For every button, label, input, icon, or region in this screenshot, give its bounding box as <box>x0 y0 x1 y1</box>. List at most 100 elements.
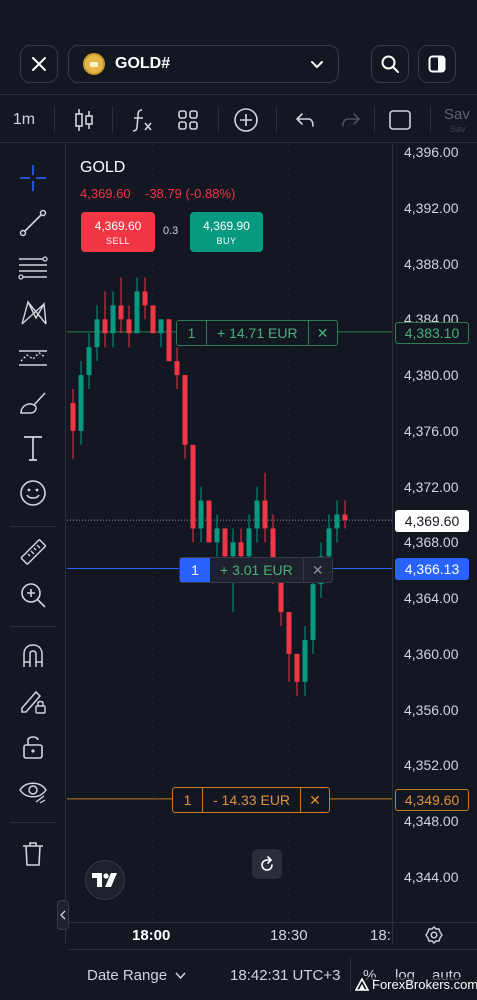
chevron-left-icon <box>60 910 66 920</box>
redo-button[interactable] <box>334 96 368 143</box>
candle-body <box>334 514 340 529</box>
emoji-icon <box>20 480 46 506</box>
position-line-3[interactable]: 1 - 14.33 EUR ✕ <box>172 787 331 813</box>
candle-body <box>238 542 244 557</box>
lock-draw-tool[interactable] <box>14 682 52 720</box>
brush-icon <box>20 392 46 414</box>
crosshair-tool[interactable] <box>14 159 52 197</box>
reset-chart-button[interactable] <box>252 849 282 879</box>
unlock-tool[interactable] <box>14 727 52 765</box>
candle-body <box>110 305 116 334</box>
close-position-icon[interactable]: ✕ <box>301 788 329 812</box>
projection-tool[interactable] <box>14 339 52 377</box>
candle-body <box>142 291 148 306</box>
eye-icon <box>19 782 47 804</box>
candle-body <box>222 528 228 557</box>
sell-price: 4,369.60 <box>94 219 142 233</box>
add-button[interactable] <box>228 96 264 143</box>
price-axis-label: 4,364.00 <box>404 590 459 607</box>
price-axis-label: 4,368.00 <box>404 534 459 551</box>
tradingview-logo-icon <box>92 873 117 887</box>
position-line-1[interactable]: 1 + 14.71 EUR ✕ <box>176 320 338 346</box>
time-label-1: 18:00 <box>132 927 171 944</box>
candle-body <box>214 528 220 543</box>
chevron-down-icon <box>311 61 323 69</box>
chart-type-button[interactable] <box>66 96 102 143</box>
close-position-icon[interactable]: ✕ <box>309 321 337 345</box>
pattern-tool[interactable] <box>14 294 52 332</box>
time-label-3: 18: <box>370 927 391 944</box>
buy-button[interactable]: 4,369.90 BUY <box>190 212 263 252</box>
date-range-button[interactable]: Date Range <box>87 967 186 984</box>
position-price-tag-3: 4,349.60 <box>395 789 469 811</box>
text-icon <box>24 436 42 461</box>
tradingview-logo[interactable] <box>85 860 125 900</box>
candle-body <box>198 500 204 529</box>
candle-body <box>102 319 108 334</box>
search-icon <box>381 55 399 73</box>
sell-button[interactable]: 4,369.60 SELL <box>81 212 155 252</box>
text-tool[interactable] <box>14 429 52 467</box>
candles-icon <box>75 108 93 131</box>
close-button[interactable] <box>20 45 58 83</box>
redo-icon <box>342 112 360 127</box>
candle-body <box>174 361 180 376</box>
candle-body <box>190 444 196 529</box>
remove-drawings-button[interactable] <box>14 834 52 872</box>
templates-button[interactable] <box>170 96 206 143</box>
save-button[interactable]: Sav <box>444 106 470 123</box>
chart-settings-button[interactable] <box>424 925 444 950</box>
undo-button[interactable] <box>288 96 322 143</box>
trendline-tool[interactable] <box>14 204 52 242</box>
price-axis-label: 4,352.00 <box>404 757 459 774</box>
gear-icon <box>425 926 443 944</box>
magnet-tool[interactable] <box>14 637 52 675</box>
fullscreen-icon <box>389 109 411 130</box>
symbol-selector[interactable]: GOLD# <box>68 45 339 83</box>
price-axis-label: 4,380.00 <box>404 367 459 384</box>
ruler-tool[interactable] <box>14 534 52 572</box>
fullscreen-button[interactable] <box>382 96 418 143</box>
lock-draw-icon <box>21 690 46 714</box>
candle-body <box>342 514 348 521</box>
close-position-icon[interactable]: ✕ <box>304 558 332 582</box>
search-button[interactable] <box>371 45 409 83</box>
trash-icon <box>23 842 43 866</box>
price-axis-label: 4,356.00 <box>404 701 459 718</box>
price-axis-label: 4,392.00 <box>404 199 459 216</box>
spread-value: 0.3 <box>163 225 179 237</box>
position-line-2[interactable]: 1 + 3.01 EUR ✕ <box>179 557 333 583</box>
time-label-2: 18:30 <box>270 927 308 944</box>
candle-body <box>262 500 268 529</box>
legend-symbol: GOLD <box>80 159 126 176</box>
position-qty: 1 <box>173 788 203 812</box>
reset-icon <box>261 856 273 871</box>
brush-tool[interactable] <box>14 384 52 422</box>
candle-body <box>230 542 236 557</box>
watermark-text: ForexBrokers.com <box>372 977 477 992</box>
legend-change: -38.79 (-0.88%) <box>145 186 236 201</box>
fib-icon <box>18 256 48 280</box>
top-bar: GOLD# <box>0 0 477 95</box>
symbol-name: GOLD# <box>115 55 171 72</box>
layout-button[interactable] <box>418 45 456 83</box>
ruler-icon <box>20 539 47 565</box>
gold-coin-icon <box>83 53 105 75</box>
indicators-button[interactable] <box>124 96 160 143</box>
sell-label: SELL <box>105 236 131 246</box>
zoom-in-tool[interactable] <box>14 576 52 614</box>
undo-icon <box>296 112 314 127</box>
candle-body <box>206 500 212 543</box>
templates-icon <box>178 109 198 130</box>
emoji-tool[interactable] <box>14 474 52 512</box>
candle-body <box>158 319 164 334</box>
unlock-icon <box>23 736 43 759</box>
clock-timezone[interactable]: 18:42:31 UTC+3 <box>230 967 341 984</box>
position-pnl: + 3.01 EUR <box>210 558 304 582</box>
fib-tool[interactable] <box>14 249 52 287</box>
visibility-tool[interactable] <box>14 772 52 810</box>
forexbrokers-logo-icon <box>355 977 369 991</box>
interval-button[interactable]: 1m <box>6 96 42 143</box>
zoom-in-icon <box>21 583 46 608</box>
price-axis-label: 4,372.00 <box>404 478 459 495</box>
